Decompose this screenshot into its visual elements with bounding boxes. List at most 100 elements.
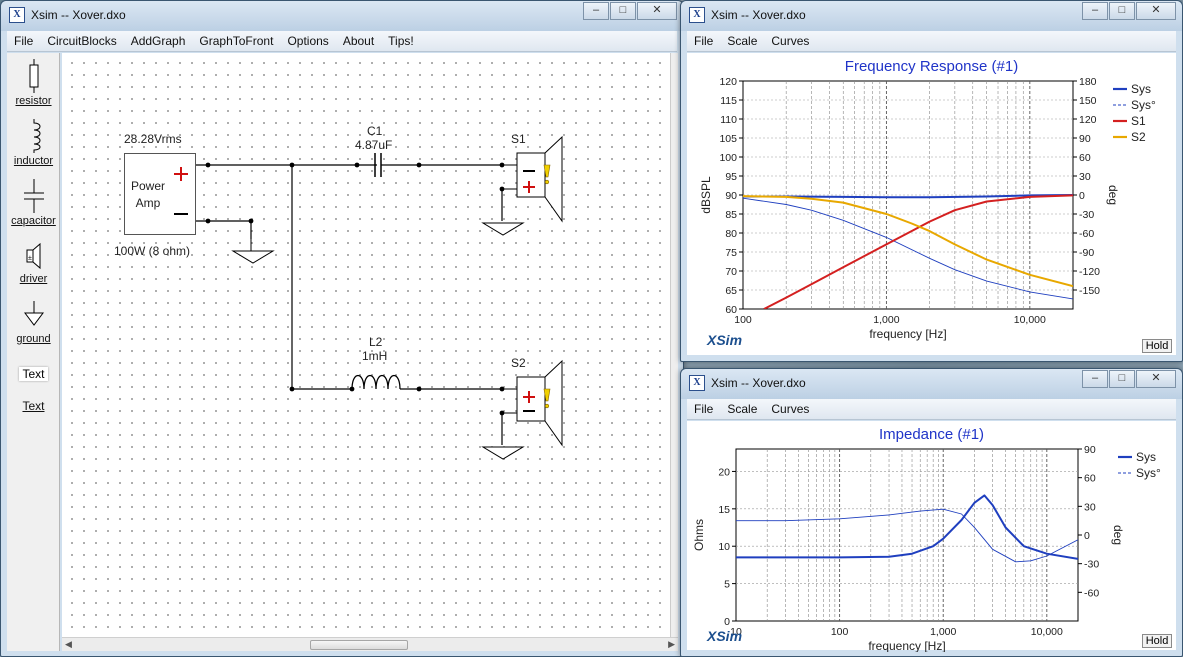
- amp-rating-label: 100W (8 ohm): [114, 244, 191, 258]
- chart0-ytick-label: 80: [725, 228, 737, 240]
- imp-titlebar[interactable]: X Xsim -- Xover.dxo – □ ✕: [681, 369, 1182, 399]
- chart0-ytick-label: 105: [719, 133, 737, 145]
- tool-ground[interactable]: ground: [7, 301, 60, 345]
- menu-about[interactable]: About: [336, 31, 381, 48]
- close-button[interactable]: ✕: [1136, 2, 1176, 20]
- maximize-button[interactable]: □: [1109, 370, 1135, 388]
- menu-file[interactable]: File: [687, 399, 720, 416]
- chart0-ytick-label: 115: [720, 95, 737, 107]
- s1-name-label: S1: [511, 132, 526, 146]
- horizontal-scrollbar[interactable]: ◀ ▶: [62, 637, 678, 651]
- scroll-left-arrow[interactable]: ◀: [65, 639, 72, 650]
- chart1-xtick-label: 100: [831, 626, 849, 638]
- chart0-xtick-label: 100: [734, 314, 752, 326]
- amp-label-power: Power: [131, 179, 166, 193]
- chart1-y2tick-label: 30: [1084, 501, 1096, 513]
- hold-button[interactable]: Hold: [1142, 634, 1172, 648]
- chart1-ytick-label: 15: [718, 504, 730, 516]
- menu-graphtofront[interactable]: GraphToFront: [192, 31, 280, 48]
- freq-titlebar[interactable]: X Xsim -- Xover.dxo – □ ✕: [681, 1, 1182, 31]
- chart1-plot-frame: [735, 448, 1079, 622]
- xsim-app-icon: X: [689, 7, 705, 23]
- freq-plot-area[interactable]: Frequency Response (#1) 120 115 110 105 100 9…: [687, 53, 1176, 355]
- menu-curves[interactable]: Curves: [764, 399, 816, 416]
- capacitor-icon: [23, 179, 44, 213]
- hold-button[interactable]: Hold: [1142, 339, 1172, 353]
- power-amp-block[interactable]: Power Amp: [124, 153, 196, 235]
- chart1-xtick-label: 10,000: [1031, 626, 1063, 638]
- xsim-logo: XSim: [707, 332, 743, 348]
- close-button[interactable]: ✕: [1136, 370, 1176, 388]
- chart1-y2tick-label: 90: [1084, 444, 1096, 456]
- maximize-button[interactable]: □: [610, 2, 636, 20]
- chart0-ytick-label: 75: [725, 247, 737, 259]
- menu-file[interactable]: File: [7, 31, 40, 48]
- tool-text[interactable]: Text: [7, 367, 60, 381]
- imp-menubar: File Scale Curves: [687, 399, 1176, 420]
- freq-menubar: File Scale Curves: [687, 31, 1176, 52]
- vertical-scrollbar[interactable]: [670, 53, 678, 637]
- chart1-ylabel: Ohms: [692, 519, 706, 551]
- imp-window-title: Xsim -- Xover.dxo: [711, 376, 806, 390]
- main-window-title: Xsim -- Xover.dxo: [31, 8, 126, 22]
- chart1-ytick-label: 10: [718, 541, 730, 553]
- chart0-y2tick-label: -120: [1079, 266, 1100, 278]
- chart1-ytick-label: 20: [718, 466, 730, 478]
- tool-driver[interactable]: ± driver: [7, 241, 60, 285]
- tool-resistor[interactable]: resistor: [7, 59, 60, 107]
- menu-scale[interactable]: Scale: [720, 31, 764, 48]
- xsim-logo: XSim: [707, 628, 743, 644]
- menu-addgraph[interactable]: AddGraph: [124, 31, 193, 48]
- main-menubar: File CircuitBlocks AddGraph GraphToFront Opt…: [7, 31, 677, 52]
- chart1-xtick-label: 1,000: [930, 626, 956, 638]
- maximize-button[interactable]: □: [1109, 2, 1135, 20]
- driver-icon: ±: [26, 242, 40, 270]
- menu-circuitblocks[interactable]: CircuitBlocks: [40, 31, 123, 48]
- close-button[interactable]: ✕: [637, 2, 677, 20]
- tool-driver-label: driver: [19, 273, 48, 285]
- chart1-y2tick-label: -60: [1084, 587, 1099, 599]
- chart0-y2tick-label: 30: [1079, 171, 1091, 183]
- menu-curves[interactable]: Curves: [764, 31, 816, 48]
- tool-ground-label: ground: [16, 333, 51, 345]
- menu-scale[interactable]: Scale: [720, 399, 764, 416]
- tool-resistor-label: resistor: [15, 95, 52, 107]
- chart0-xtick-label: 10,000: [1014, 314, 1046, 326]
- tool-capacitor[interactable]: capacitor: [7, 179, 60, 227]
- tool-text-box: Text: [19, 367, 48, 381]
- minimize-button[interactable]: –: [1082, 2, 1108, 20]
- menu-options[interactable]: Options: [280, 31, 335, 48]
- s2-name-label: S2: [511, 356, 526, 370]
- chart0-y2tick-label: -150: [1079, 285, 1100, 297]
- chart0-ytick-label: 85: [725, 209, 737, 221]
- schematic-canvas[interactable]: Power Amp 28.28Vrms 100W (8 ohm) C1 4.87u…: [62, 53, 678, 637]
- chart0-y2tick-label: 0: [1079, 190, 1085, 202]
- chart0-y2tick-label: -90: [1079, 247, 1094, 259]
- tool-text-link[interactable]: Text: [7, 397, 60, 413]
- impedance-chart: 201510509060300-30-6010 100 1,000 10,000fre…: [692, 444, 1161, 652]
- minimize-button[interactable]: –: [1082, 370, 1108, 388]
- main-titlebar[interactable]: X Xsim -- Xover.dxo – □ ✕: [1, 1, 683, 31]
- tool-inductor[interactable]: inductor: [7, 119, 60, 167]
- tool-text-link-label: Text: [22, 399, 45, 413]
- chart1-ytick-label: 5: [724, 579, 730, 591]
- amp-label-amp: Amp: [135, 196, 161, 210]
- minimize-button[interactable]: –: [583, 2, 609, 20]
- chart1-xlabel: frequency [Hz]: [868, 639, 945, 652]
- chart0-xlabel: frequency [Hz]: [869, 327, 946, 341]
- menu-tips[interactable]: Tips!: [381, 31, 421, 48]
- chart0-y2tick-label: 120: [1079, 114, 1097, 126]
- driver-s1-symbol: [502, 135, 563, 223]
- chart0-y2tick-label: 150: [1079, 95, 1097, 107]
- menu-file[interactable]: File: [687, 31, 720, 48]
- svg-text:±: ±: [28, 255, 32, 262]
- freq-response-window: X Xsim -- Xover.dxo – □ ✕ File Scale Curve…: [680, 0, 1183, 362]
- chart0-y2tick-label: 90: [1079, 133, 1091, 145]
- l2-value-label: 1mH: [362, 349, 388, 363]
- imp-plot-area[interactable]: Impedance (#1) 20 15 10 5 0 90 60 30 0 -30 -60 10 10…: [687, 421, 1176, 652]
- scroll-right-arrow[interactable]: ▶: [668, 639, 675, 650]
- chart0-ytick-label: 90: [725, 190, 737, 202]
- horizontal-scroll-thumb[interactable]: [310, 640, 408, 650]
- tool-capacitor-label: capacitor: [11, 215, 56, 227]
- resistor-icon: [29, 59, 38, 93]
